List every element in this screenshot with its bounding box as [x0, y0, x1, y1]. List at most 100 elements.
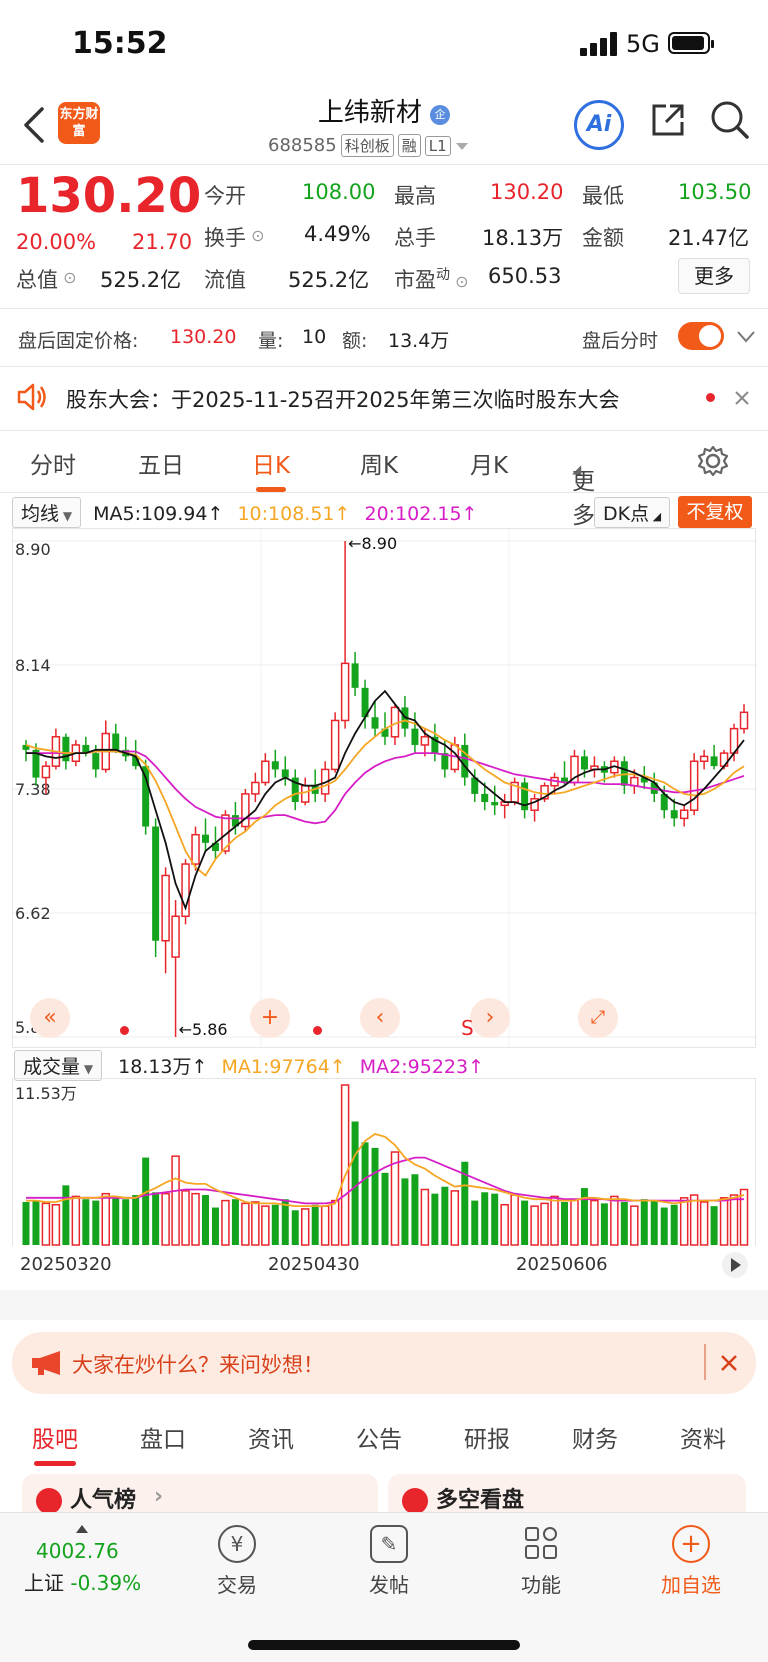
indicator-selector[interactable]: 均线 ▼	[12, 497, 82, 528]
volume-bar	[361, 1142, 369, 1245]
volume-bar	[500, 1204, 509, 1246]
candle-body	[411, 728, 419, 745]
after-hours-toggle[interactable]	[678, 322, 724, 350]
close-icon[interactable]	[720, 1354, 738, 1372]
dk-point-selector[interactable]: DK点 ◢	[594, 497, 671, 528]
date-tick: 20250430	[268, 1254, 360, 1275]
volume-bar	[491, 1193, 499, 1245]
candle-body	[699, 755, 709, 763]
volume-bar	[521, 1200, 529, 1245]
volume-bar	[330, 1199, 340, 1246]
volume-bar	[600, 1203, 608, 1245]
nav-functions[interactable]: 功能	[486, 1525, 596, 1598]
low-annotation: ←5.86	[179, 1020, 228, 1039]
tab-weekly-k[interactable]: 周K	[360, 446, 398, 480]
candle-body	[351, 663, 359, 688]
volume-bar	[161, 1192, 170, 1246]
more-quote-button[interactable]: 更多	[678, 258, 750, 294]
volume-svg[interactable]: 11.53万	[13, 1079, 757, 1247]
kline-chart[interactable]: 8.908.147.386.625.86←8.90←5.86	[12, 528, 757, 1049]
volume-bar	[51, 1204, 61, 1246]
edit-icon: ✎	[370, 1525, 408, 1563]
ma-legend: 均线 ▼ MA5:109.94↑ 10:108.51↑ 20:102.15↑	[12, 497, 477, 528]
tab-financials[interactable]: 财务	[572, 1420, 618, 1454]
megaphone-icon	[32, 1351, 60, 1375]
candle-body	[112, 733, 120, 750]
after-hours-vol: 10	[302, 326, 327, 348]
candle-body	[371, 717, 379, 729]
tab-forum[interactable]: 股吧	[32, 1420, 78, 1466]
index-widget[interactable]: 4002.76 上证 -0.39%	[24, 1523, 164, 1596]
close-icon[interactable]	[734, 390, 750, 406]
volume-bar	[590, 1199, 599, 1246]
bull-bear-card[interactable]: 多空看盘	[388, 1474, 746, 1512]
volume-bar	[441, 1186, 449, 1245]
search-icon[interactable]	[708, 98, 752, 142]
volume-bar	[92, 1200, 100, 1245]
ai-assistant-button[interactable]: Ai	[574, 100, 624, 150]
dropdown-icon[interactable]	[455, 141, 469, 151]
volume-value: 18.13万↑	[118, 1056, 208, 1078]
no-adjust-button[interactable]: 不复权	[678, 496, 752, 528]
total-cap-value: 525.2亿	[100, 268, 182, 292]
tab-five-day[interactable]: 五日	[138, 446, 184, 480]
volume-bar	[540, 1202, 549, 1246]
stock-code: 688585	[268, 135, 337, 156]
volume-bar	[471, 1200, 479, 1245]
turnover-value: 4.49%	[304, 222, 371, 246]
tab-order-book[interactable]: 盘口	[140, 1420, 186, 1454]
kline-svg[interactable]: 8.908.147.386.625.86←8.90←5.86	[13, 529, 757, 1049]
tab-profile[interactable]: 资料	[680, 1420, 726, 1454]
rewind-button[interactable]: «	[30, 998, 70, 1038]
volume-bar	[401, 1178, 409, 1245]
notice-dot	[706, 393, 715, 402]
candle-body	[739, 711, 749, 730]
candle-body	[271, 761, 279, 770]
tab-daily-k[interactable]: 日K	[252, 446, 290, 492]
volume-legend: 成交量 ▼ 18.13万↑ MA1:97764↑ MA2:95223↑	[14, 1050, 484, 1081]
volume-bar	[320, 1205, 330, 1246]
low-value: 103.50	[678, 180, 752, 204]
fullscreen-button[interactable]: ⤢	[578, 998, 618, 1038]
index-change: -0.39%	[70, 1571, 142, 1595]
popularity-card[interactable]: 人气榜 ›	[22, 1474, 378, 1512]
volume-indicator-selector[interactable]: 成交量 ▼	[14, 1050, 103, 1081]
candle-body	[261, 760, 270, 784]
candle-body	[461, 744, 469, 778]
volume-bar	[221, 1199, 230, 1246]
amount-value: 21.47亿	[668, 226, 750, 250]
share-icon[interactable]	[648, 100, 688, 140]
volume-bar	[411, 1174, 419, 1245]
scroll-right-icon[interactable]	[720, 1250, 750, 1280]
nav-add-watchlist[interactable]: + 加自选	[636, 1525, 746, 1598]
volume-bar	[739, 1188, 749, 1246]
prev-button[interactable]: ‹	[360, 998, 400, 1038]
volume-bar	[610, 1195, 619, 1246]
nav-trade[interactable]: ¥ 交易	[182, 1525, 292, 1598]
chevron-down-icon[interactable]	[736, 330, 756, 344]
pe-label: 市盈动 ⊙	[394, 267, 469, 292]
volume-chart[interactable]: 11.53万	[12, 1078, 756, 1246]
settings-gear-icon[interactable]	[696, 444, 730, 478]
tab-research[interactable]: 研报	[464, 1420, 510, 1454]
candle-body	[152, 826, 160, 941]
crosshair-button[interactable]	[140, 998, 180, 1038]
after-hours-toggle-label: 盘后分时	[582, 330, 659, 352]
tab-announcements[interactable]: 公告	[356, 1420, 402, 1454]
tab-monthly-k[interactable]: 月K	[470, 446, 508, 480]
ask-banner[interactable]: 大家在炒什么？来问妙想！	[12, 1332, 756, 1394]
tab-news[interactable]: 资讯	[248, 1420, 294, 1454]
tab-intraday[interactable]: 分时	[30, 446, 76, 480]
notice-bar[interactable]: 股东大会：于2025-11-25召开2025年第三次临时股东大会	[0, 368, 768, 428]
date-tick: 20250606	[516, 1254, 608, 1275]
next-button[interactable]: ›	[470, 998, 510, 1038]
candle-body	[161, 874, 170, 942]
nav-post[interactable]: ✎ 发帖	[334, 1525, 444, 1598]
volume-bar	[191, 1192, 200, 1246]
volume-bar	[271, 1204, 279, 1245]
signal-icon	[580, 32, 620, 56]
zoom-in-button[interactable]: +	[250, 998, 290, 1038]
stock-meta: 688585 科创板 融 L1	[268, 134, 469, 157]
volume-bar	[112, 1197, 120, 1245]
speaker-icon	[17, 383, 46, 411]
